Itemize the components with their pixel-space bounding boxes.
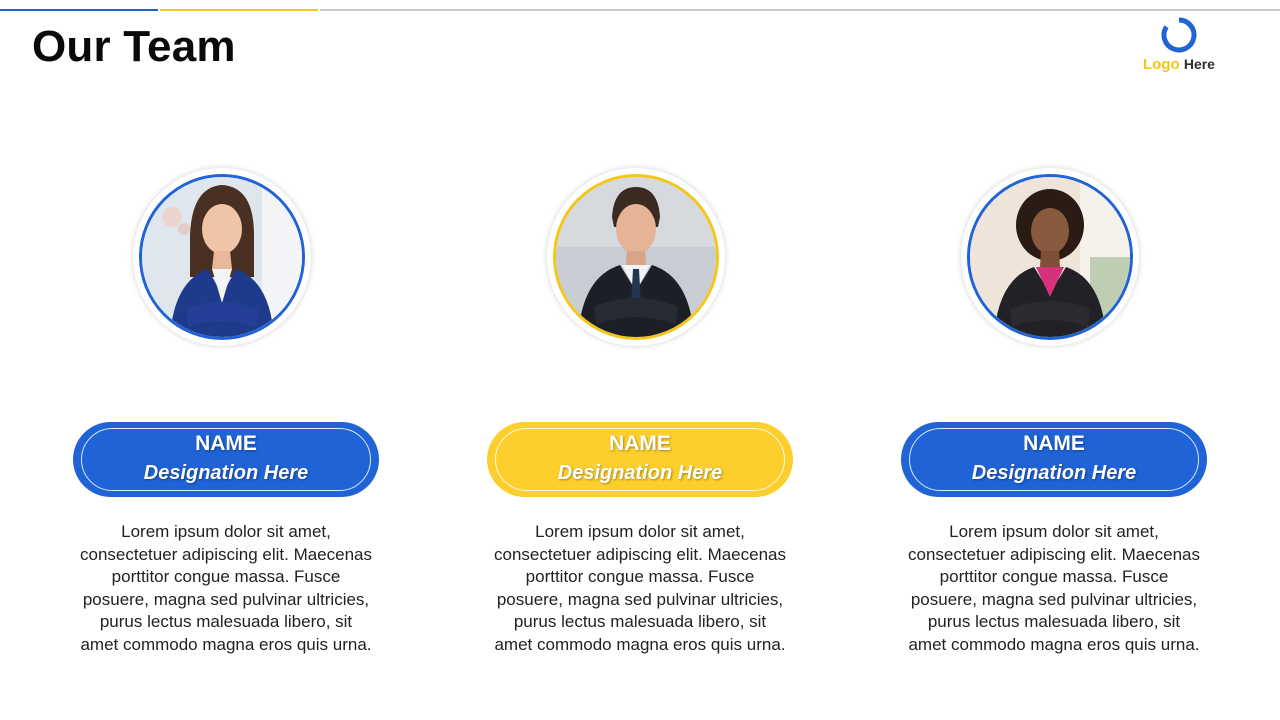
member-designation: Designation Here (971, 462, 1137, 484)
team-member-card: NAME Designation Here Lorem ipsum dolor … (901, 168, 1207, 688)
name-badge: NAME Designation Here (73, 422, 379, 497)
member-bio: Lorem ipsum dolor sit amet, consectetuer… (494, 522, 786, 654)
logo-ring-icon (1161, 17, 1197, 53)
top-accent-line-yellow (160, 9, 318, 11)
logo-word-logo: Logo (1143, 56, 1180, 73)
member-designation: Designation Here (143, 462, 309, 484)
top-accent-line-blue (0, 9, 158, 11)
photo-frame (961, 168, 1139, 346)
photo-frame (133, 168, 311, 346)
name-badge: NAME Designation Here (901, 422, 1207, 497)
top-divider-line (320, 9, 1280, 11)
page-title: Our Team (32, 22, 236, 71)
avatar (967, 174, 1133, 340)
avatar (139, 174, 305, 340)
photo-frame (547, 168, 725, 346)
member-name: NAME (195, 432, 257, 455)
name-badge: NAME Designation Here (487, 422, 793, 497)
member-name: NAME (609, 432, 671, 455)
team-member-card: NAME Designation Here Lorem ipsum dolor … (487, 168, 793, 688)
avatar (553, 174, 719, 340)
logo-word-here: Here (1183, 56, 1215, 72)
member-name: NAME (1023, 432, 1085, 455)
logo: Logo Here (1138, 14, 1220, 78)
logo-text: Logo Here (1143, 56, 1215, 73)
member-bio: Lorem ipsum dolor sit amet, consectetuer… (80, 522, 372, 654)
team-member-card: NAME Designation Here Lorem ipsum dolor … (73, 168, 379, 688)
member-designation: Designation Here (557, 462, 723, 484)
member-bio: Lorem ipsum dolor sit amet, consectetuer… (908, 522, 1200, 654)
